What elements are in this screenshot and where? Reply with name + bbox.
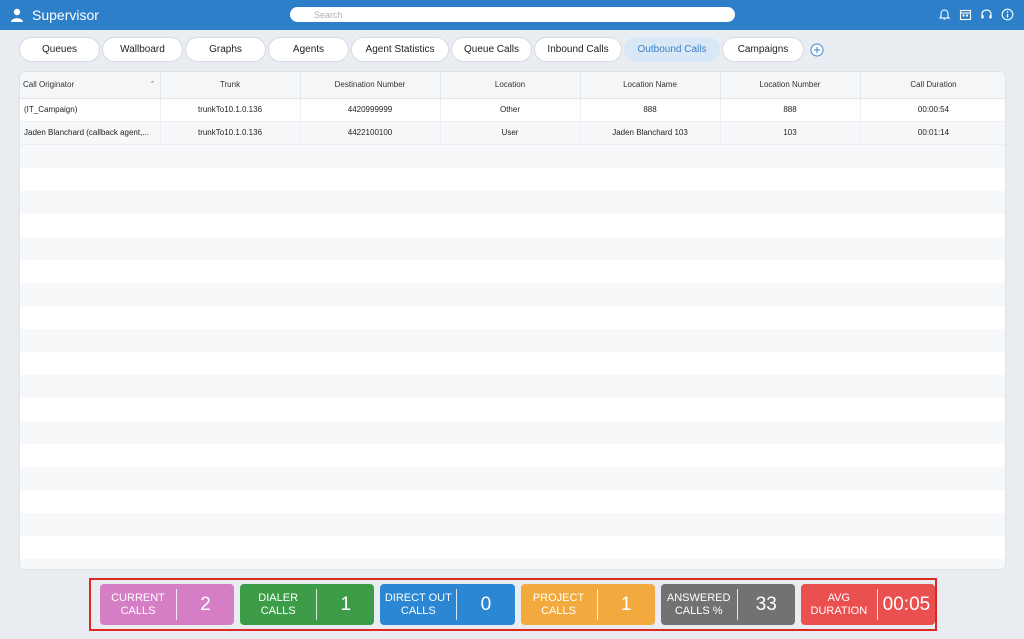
table-row[interactable]: (IT_Campaign) trunkTo10.1.0.136 44209999… [20,98,1005,122]
stat-answered-calls-percent[interactable]: ANSWERED CALLS % 33 [660,584,795,625]
cell-call-duration: 00:00:54 [860,98,1005,122]
stat-dialer-calls[interactable]: DIALER CALLS 1 [240,584,375,625]
cell-call-duration: 00:01:14 [860,121,1005,145]
add-tab-icon[interactable] [810,43,824,57]
column-header-location-name[interactable]: Location Name [580,72,721,99]
stat-current-calls[interactable]: CURRENT CALLS 2 [100,584,235,625]
tab-bar: Queues Wallboard Graphs Agents Agent Sta… [19,37,824,62]
cell-location-number: 888 [720,98,861,122]
info-icon[interactable] [1001,8,1014,21]
tab-outbound-calls[interactable]: Outbound Calls [624,37,720,62]
stat-label: CURRENT CALLS [111,591,165,617]
cell-trunk: trunkTo10.1.0.136 [160,98,301,122]
column-header-location[interactable]: Location [440,72,581,99]
cell-call-originator: (IT_Campaign) [20,98,161,122]
column-header-call-originator[interactable]: Call Originator ⌃ [20,72,161,99]
tab-agent-statistics[interactable]: Agent Statistics [351,37,449,62]
stat-value: 2 [200,593,211,615]
cell-trunk: trunkTo10.1.0.136 [160,121,301,145]
user-icon [11,8,23,22]
headset-icon[interactable] [980,8,993,21]
tab-wallboard[interactable]: Wallboard [102,37,183,62]
tab-inbound-calls[interactable]: Inbound Calls [534,37,622,62]
stat-label: AVG DURATION [810,591,868,617]
bell-icon[interactable] [938,8,951,21]
stat-project-calls[interactable]: PROJECT CALLS 1 [520,584,655,625]
column-header-destination-number[interactable]: Destination Number [300,72,441,99]
table-row[interactable]: Jaden Blanchard (callback agent,... trun… [20,121,1005,145]
cell-location: User [440,121,581,145]
call-stats-bar: CURRENT CALLS 2 DIALER CALLS 1 DIRECT OU… [89,578,937,631]
cell-location-number: 103 [720,121,861,145]
stat-direct-out-calls[interactable]: DIRECT OUT CALLS 0 [380,584,515,625]
cell-location: Other [440,98,581,122]
header-icons [938,8,1014,21]
app-header: Supervisor [0,0,1024,30]
cell-location-name: 888 [580,98,721,122]
stat-value: 00:05 [882,593,931,615]
tab-queue-calls[interactable]: Queue Calls [451,37,532,62]
outbound-calls-panel: Call Originator ⌃ Trunk Destination Numbe… [19,71,1006,570]
column-header-call-duration[interactable]: Call Duration [860,72,1005,99]
column-header-trunk[interactable]: Trunk [160,72,301,99]
stat-value: 0 [480,593,492,615]
tab-queues[interactable]: Queues [19,37,100,62]
stat-label: DIRECT OUT CALLS [384,591,452,617]
column-header-location-number[interactable]: Location Number [720,72,861,99]
table-empty-rows [20,145,1005,569]
app-brand: Supervisor [10,7,99,23]
stat-avg-duration[interactable]: AVG DURATION 00:05 [800,584,936,625]
tab-campaigns[interactable]: Campaigns [722,37,804,62]
tab-graphs[interactable]: Graphs [185,37,266,62]
stat-label: DIALER CALLS [258,591,299,617]
cell-location-name: Jaden Blanchard 103 [580,121,721,145]
app-title: Supervisor [32,7,99,23]
stat-value: 1 [620,593,632,615]
calendar-icon[interactable] [959,8,972,21]
stat-label: PROJECT CALLS [532,591,585,617]
stat-value: 1 [340,593,352,615]
outbound-calls-table: Call Originator ⌃ Trunk Destination Numbe… [20,72,1005,145]
tab-agents[interactable]: Agents [268,37,349,62]
search-input[interactable] [290,7,735,22]
stat-value: 33 [755,593,777,615]
cell-call-originator: Jaden Blanchard (callback agent,... [20,121,161,145]
cell-destination-number: 4422100100 [300,121,441,145]
sort-asc-icon[interactable]: ⌃ [150,80,156,88]
cell-destination-number: 4420999999 [300,98,441,122]
table-header-row: Call Originator ⌃ Trunk Destination Numbe… [20,72,1005,99]
stat-label: ANSWERED CALLS % [666,591,731,617]
